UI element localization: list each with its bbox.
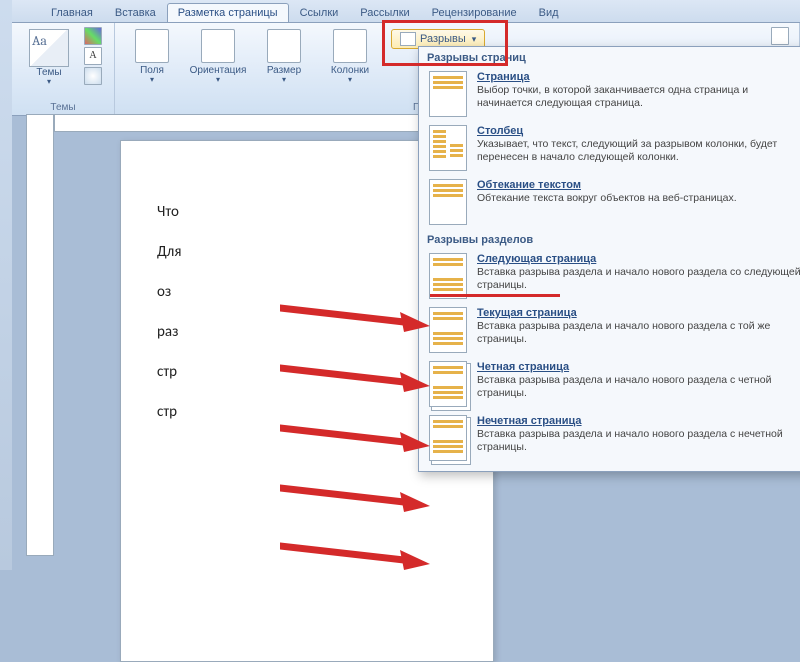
- page-setup-misc: [771, 27, 789, 45]
- text-wrap-break-icon: [429, 179, 467, 225]
- doc-text: Что: [157, 203, 457, 221]
- window-edge: [0, 0, 12, 570]
- effects-icon[interactable]: [84, 67, 102, 85]
- tab-mailings[interactable]: Рассылки: [349, 3, 420, 22]
- watermark-icon[interactable]: [771, 27, 789, 45]
- word-workspace: Главная Вставка Разметка страницы Ссылки…: [12, 0, 800, 570]
- doc-text: оз: [157, 283, 457, 301]
- ruler-vertical[interactable]: [26, 114, 54, 556]
- size-icon: [267, 29, 301, 63]
- dd-section-section-breaks: Разрывы разделов: [419, 229, 800, 249]
- tab-view[interactable]: Вид: [528, 3, 570, 22]
- doc-text: стр: [157, 403, 457, 421]
- doc-text: раз: [157, 323, 457, 341]
- columns-button[interactable]: Колонки: [319, 27, 381, 87]
- break-odd-page[interactable]: Нечетная страница Вставка разрыва раздел…: [419, 411, 800, 465]
- page-break-icon: [429, 71, 467, 117]
- next-page-break-icon: [429, 253, 467, 299]
- colors-icon[interactable]: [84, 27, 102, 45]
- break-column[interactable]: Столбец Указывает, что текст, следующий …: [419, 121, 800, 175]
- break-continuous[interactable]: Текущая страница Вставка разрыва раздела…: [419, 303, 800, 357]
- tab-home[interactable]: Главная: [40, 3, 104, 22]
- break-next-page[interactable]: Следующая страница Вставка разрыва разде…: [419, 249, 800, 303]
- even-page-break-icon: [429, 361, 467, 407]
- themes-button[interactable]: Темы: [18, 27, 80, 89]
- breaks-icon: [400, 32, 416, 46]
- break-even-page[interactable]: Четная страница Вставка разрыва раздела …: [419, 357, 800, 411]
- odd-page-break-icon: [429, 415, 467, 461]
- size-button[interactable]: Размер: [253, 27, 315, 87]
- doc-text: стр: [157, 363, 457, 381]
- group-themes-label: Темы: [18, 100, 108, 113]
- columns-icon: [333, 29, 367, 63]
- dd-section-page-breaks: Разрывы страниц: [419, 47, 800, 67]
- breaks-dropdown: Разрывы страниц Страница Выбор точки, в …: [418, 46, 800, 472]
- continuous-break-icon: [429, 307, 467, 353]
- orientation-icon: [201, 29, 235, 63]
- themes-label: Темы: [36, 67, 61, 87]
- themes-icon: [29, 29, 69, 67]
- break-page[interactable]: Страница Выбор точки, в которой заканчив…: [419, 67, 800, 121]
- margins-button[interactable]: Поля: [121, 27, 183, 87]
- tab-insert[interactable]: Вставка: [104, 3, 167, 22]
- break-text-wrapping[interactable]: Обтекание текстом Обтекание текста вокру…: [419, 175, 800, 229]
- tab-review[interactable]: Рецензирование: [421, 3, 528, 22]
- tab-references[interactable]: Ссылки: [289, 3, 350, 22]
- orientation-button[interactable]: Ориентация: [187, 27, 249, 87]
- column-break-icon: [429, 125, 467, 171]
- group-themes: Темы A Темы: [12, 23, 115, 115]
- tab-page-layout[interactable]: Разметка страницы: [167, 3, 289, 22]
- theme-parts: A: [84, 27, 102, 85]
- ribbon-tabs: Главная Вставка Разметка страницы Ссылки…: [12, 0, 800, 23]
- doc-text: Для: [157, 243, 457, 261]
- margins-icon: [135, 29, 169, 63]
